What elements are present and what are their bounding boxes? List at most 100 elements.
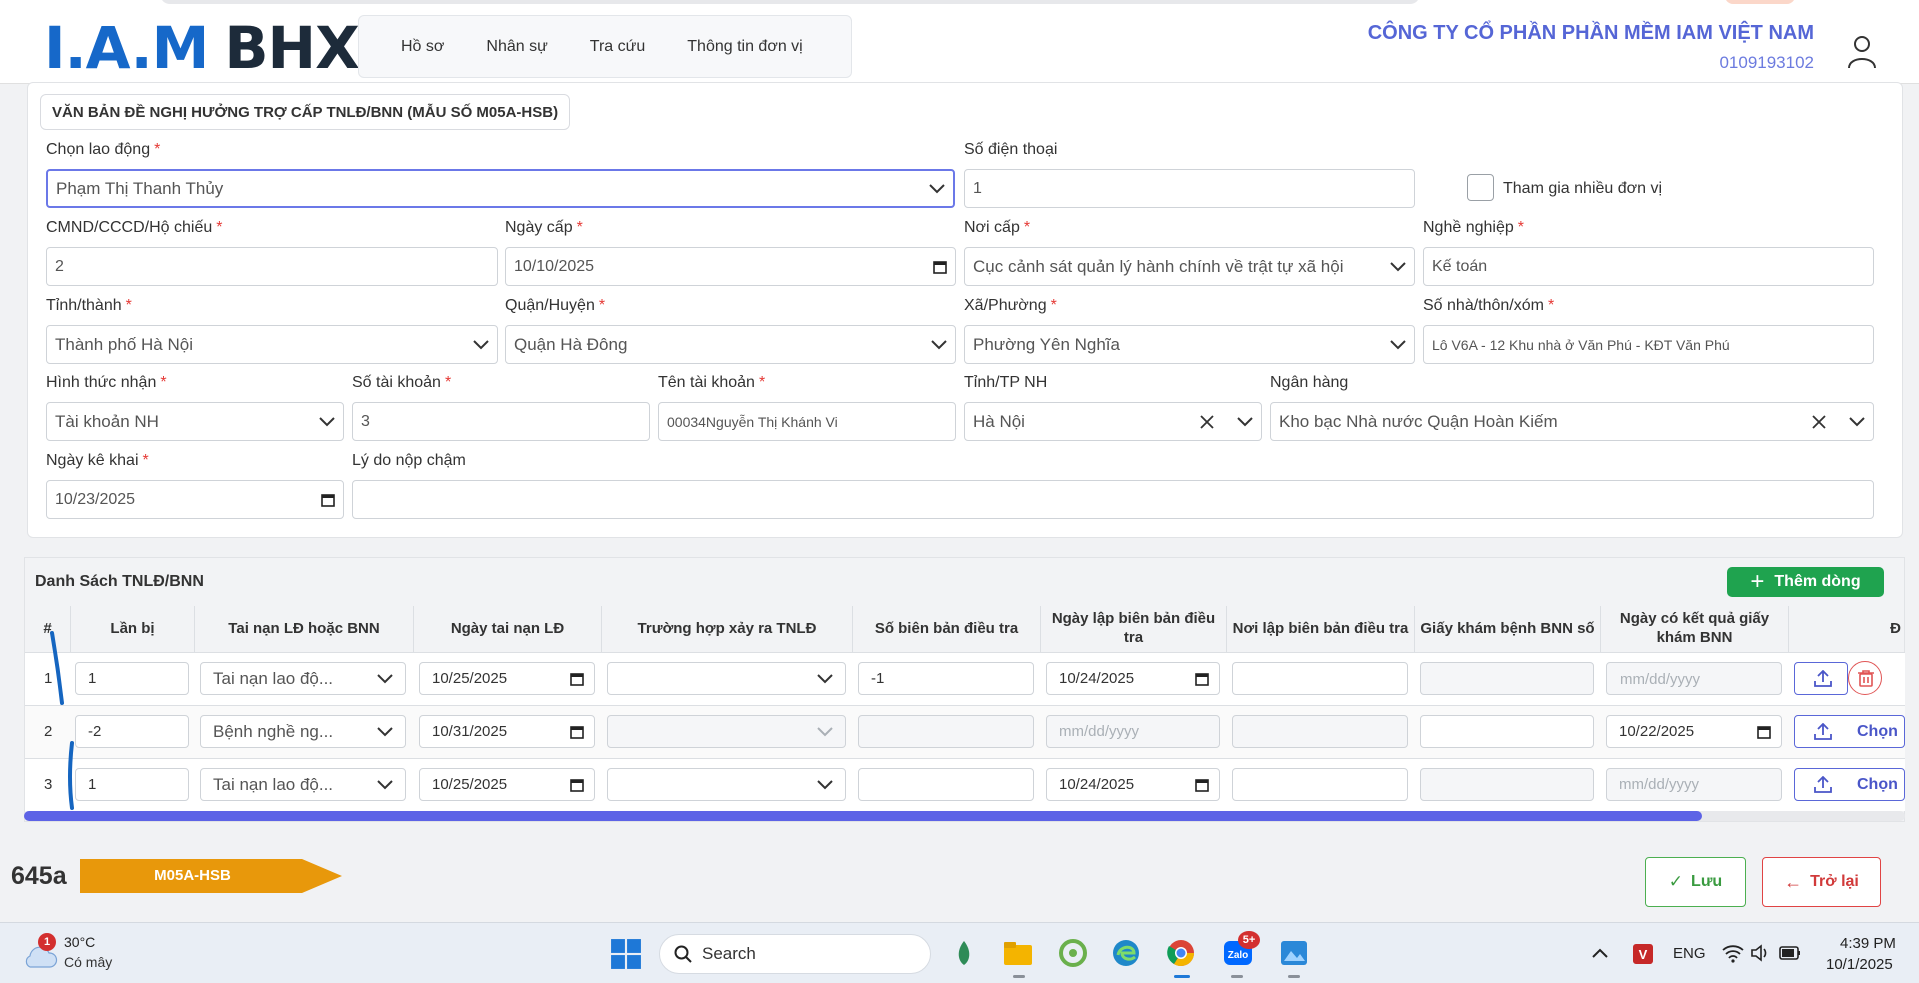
antivirus-tray-icon[interactable]: V	[1632, 943, 1654, 965]
volume-icon[interactable]	[1750, 944, 1770, 962]
calendar-icon[interactable]	[570, 672, 584, 686]
label-address: Số nhà/thôn/xóm *	[1423, 297, 1555, 314]
id-no-input[interactable]: 2	[46, 247, 498, 286]
chevron-down-icon	[377, 726, 393, 736]
report-place-input[interactable]	[1232, 715, 1408, 748]
chrome-browser-icon[interactable]	[1165, 937, 1197, 969]
language-indicator[interactable]: ENG	[1673, 945, 1706, 962]
app-logo[interactable]: I.A.M BHXH	[44, 19, 407, 77]
chevron-down-icon	[377, 779, 393, 789]
back-button[interactable]: ← Trở lại	[1762, 857, 1881, 907]
file-explorer-icon[interactable]	[1002, 937, 1034, 969]
label-multi-unit: Tham gia nhiều đơn vị	[1503, 180, 1663, 197]
clear-icon[interactable]	[1199, 414, 1215, 430]
case-select[interactable]	[607, 715, 846, 748]
nav-ho-so[interactable]: Hồ sơ	[401, 38, 444, 56]
bnn-date-input[interactable]: mm/dd/yyyy	[1606, 768, 1782, 801]
windows-start-icon[interactable]	[610, 938, 642, 970]
company-tax-code: 0109193102	[1719, 53, 1814, 72]
save-button[interactable]: ✓ Lưu	[1645, 857, 1746, 907]
add-row-button[interactable]: + Thêm dòng	[1727, 567, 1884, 597]
account-name-input[interactable]: 00034Nguyễn Thị Khánh Vi	[658, 402, 956, 441]
calendar-icon[interactable]	[1195, 778, 1209, 792]
label-province: Tỉnh/thành *	[46, 297, 132, 314]
report-no-input[interactable]	[858, 715, 1034, 748]
nav-thong-tin-don-vi[interactable]: Thông tin đơn vị	[687, 38, 802, 56]
occupation-input[interactable]: Kế toán	[1423, 247, 1874, 286]
nav-tra-cuu[interactable]: Tra cứu	[590, 38, 645, 56]
notification-badge: 1	[38, 933, 56, 951]
label-phone: Số điện thoại	[964, 141, 1058, 158]
user-account-icon[interactable]	[1847, 34, 1877, 70]
scrollbar-thumb[interactable]	[24, 811, 1702, 821]
clock-time[interactable]: 4:39 PM	[1840, 935, 1896, 952]
chevron-down-icon	[817, 779, 833, 789]
type-select[interactable]: Tai nạn lao độ...	[200, 768, 406, 801]
declare-date-input[interactable]: 10/23/2025	[46, 480, 344, 519]
accident-date-input[interactable]: 10/31/2025	[419, 715, 595, 748]
district-select[interactable]: Quận Hà Đông	[505, 325, 956, 364]
report-place-input[interactable]	[1232, 662, 1408, 695]
times-input[interactable]: 1	[75, 768, 189, 801]
type-select[interactable]: Tai nạn lao độ...	[200, 662, 406, 695]
report-date-input[interactable]: 10/24/2025	[1046, 768, 1220, 801]
choose-file-button[interactable]: Chọn	[1794, 768, 1905, 801]
table-horizontal-scrollbar[interactable]	[24, 811, 1905, 821]
issue-date-input[interactable]: 10/10/2025	[505, 247, 956, 286]
report-place-input[interactable]	[1232, 768, 1408, 801]
choose-file-button[interactable]: Chọn	[1794, 715, 1905, 748]
bank-province-select[interactable]: Hà Nội	[964, 402, 1262, 441]
bnn-paper-input[interactable]	[1420, 715, 1594, 748]
report-date-input[interactable]: mm/dd/yyyy	[1046, 715, 1220, 748]
chevron-down-icon	[817, 726, 833, 736]
clock-date[interactable]: 10/1/2025	[1826, 956, 1893, 973]
col-header-attachment: Đ	[1788, 606, 1905, 652]
times-input[interactable]: -2	[75, 715, 189, 748]
battery-icon[interactable]	[1779, 945, 1801, 961]
calendar-icon[interactable]	[570, 778, 584, 792]
times-input[interactable]: 1	[75, 662, 189, 695]
upload-button[interactable]	[1794, 662, 1848, 695]
phone-input[interactable]: 1	[964, 169, 1415, 208]
bnn-paper-input[interactable]	[1420, 662, 1594, 695]
edge-browser-icon[interactable]	[1110, 937, 1142, 969]
chevron-down-icon	[473, 339, 489, 349]
col-header-report-place: Nơi lập biên bản điều tra	[1226, 606, 1414, 652]
chevron-up-icon[interactable]	[1592, 947, 1608, 959]
receive-method-select[interactable]: Tài khoản NH	[46, 402, 344, 441]
case-select[interactable]	[607, 768, 846, 801]
province-select[interactable]: Thành phố Hà Nội	[46, 325, 498, 364]
late-reason-input[interactable]	[352, 480, 1874, 519]
report-no-input[interactable]	[858, 768, 1034, 801]
case-select[interactable]	[607, 662, 846, 695]
multi-unit-checkbox[interactable]	[1467, 174, 1494, 201]
ward-select[interactable]: Phường Yên Nghĩa	[964, 325, 1415, 364]
bnn-paper-input[interactable]	[1420, 768, 1594, 801]
calendar-icon[interactable]	[1757, 725, 1771, 739]
report-no-input[interactable]: -1	[858, 662, 1034, 695]
delete-row-button[interactable]	[1848, 661, 1882, 695]
clear-icon[interactable]	[1811, 414, 1827, 430]
calendar-icon[interactable]	[933, 260, 947, 274]
account-no-input[interactable]: 3	[352, 402, 650, 441]
calendar-icon[interactable]	[570, 725, 584, 739]
app-icon-green[interactable]	[1057, 937, 1089, 969]
report-date-input[interactable]: 10/24/2025	[1046, 662, 1220, 695]
calendar-icon[interactable]	[1195, 672, 1209, 686]
wifi-icon[interactable]	[1722, 943, 1744, 963]
photos-app-icon[interactable]	[1278, 937, 1310, 969]
address-input[interactable]: Lô V6A - 12 Khu nhà ở Văn Phú - KĐT Văn …	[1423, 325, 1874, 364]
taskbar-search[interactable]: Search	[659, 934, 931, 974]
calendar-icon[interactable]	[321, 493, 335, 507]
bnn-date-input[interactable]: 10/22/2025	[1606, 715, 1782, 748]
form-title: VĂN BẢN ĐỀ NGHỊ HƯỞNG TRỢ CẤP TNLĐ/BNN (…	[40, 94, 571, 130]
nav-nhan-su[interactable]: Nhân sự	[486, 38, 547, 56]
issue-place-select[interactable]: Cục cảnh sát quản lý hành chính về trật …	[964, 247, 1415, 286]
type-select[interactable]: Bệnh nghề ng...	[200, 715, 406, 748]
bank-select[interactable]: Kho bạc Nhà nước Quận Hoàn Kiếm	[1270, 402, 1874, 441]
accident-date-input[interactable]: 10/25/2025	[419, 768, 595, 801]
employee-select[interactable]: Phạm Thị Thanh Thủy	[46, 169, 955, 208]
company-info: CÔNG TY CỔ PHẦN PHẦN MỀM IAM VIỆT NAM 01…	[1368, 22, 1814, 73]
leaf-app-icon[interactable]	[948, 937, 980, 969]
accident-date-input[interactable]: 10/25/2025	[419, 662, 595, 695]
